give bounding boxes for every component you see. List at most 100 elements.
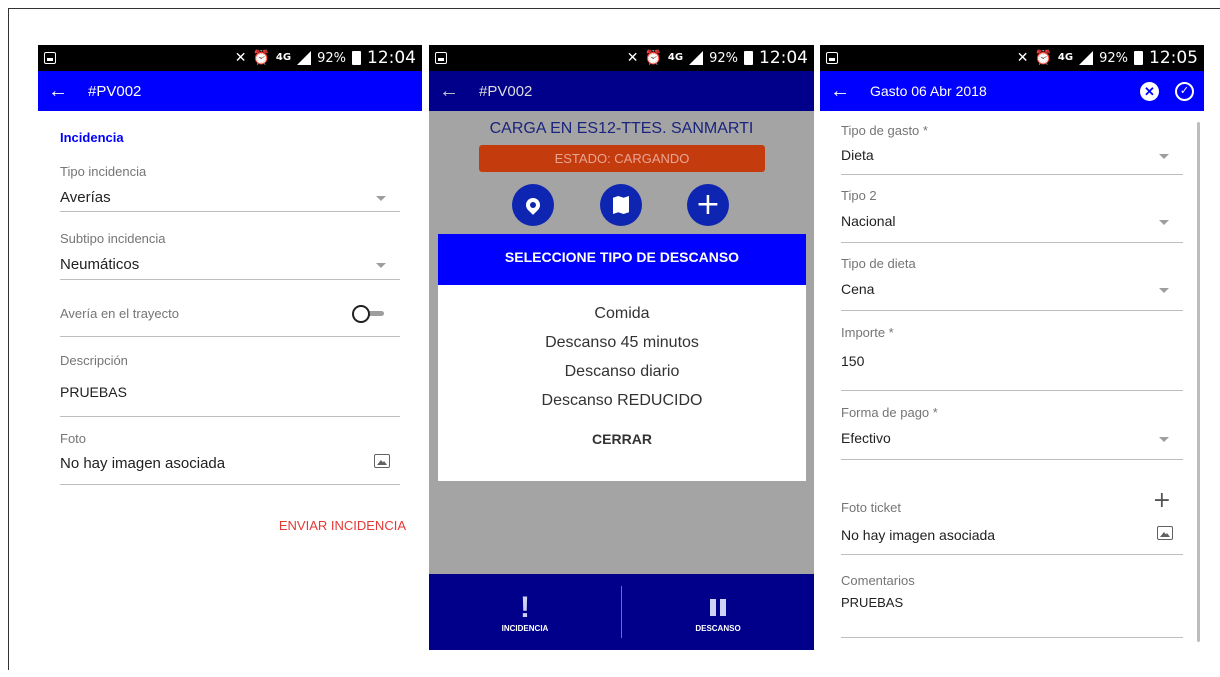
map-icon [613,196,629,214]
field-label: Tipo de gasto * [841,123,928,138]
back-arrow-icon[interactable]: ← [439,80,479,103]
map-button[interactable] [600,184,642,226]
battery-percent: 92% [317,50,346,66]
confirm-icon[interactable]: ✓ [1175,81,1194,101]
field-label: Comentarios [841,573,915,588]
chevron-down-icon [376,263,386,268]
battery-icon [1134,51,1143,65]
field-label: Subtipo incidencia [60,231,166,246]
chevron-down-icon [1159,154,1169,159]
field-label: Foto [60,431,87,446]
incidencia-form: Incidencia Tipo incidencia Averías Subti… [38,130,422,485]
forma-pago-dropdown[interactable]: Forma de pago * Efectivo [841,391,1183,460]
network-type: 4G [667,52,684,63]
field-value: Nacional [841,213,896,229]
cancel-icon[interactable]: ✕ [1140,81,1159,101]
comentarios-field[interactable]: Comentarios PRUEBAS [841,555,1183,638]
field-value: PRUEBAS [841,595,904,610]
gallery-notification-icon [44,52,56,64]
averia-trayecto-row: Avería en el trayecto [60,280,400,337]
field-label: Descripción [60,353,128,368]
clock: 12:04 [367,48,416,68]
app-bar: ← Gasto 06 Abr 2018 ✕ ✓ [820,71,1204,111]
network-type: 4G [275,52,292,63]
field-value: Dieta [841,147,874,163]
battery-percent: 92% [709,50,738,66]
field-value: No hay imagen asociada [60,455,226,472]
plus-icon: + [695,187,721,222]
alarm-icon: ⏰ [644,50,662,66]
chevron-down-icon [1159,220,1169,225]
status-bar: ✕ ⏰ 4G 92% 12:05 [820,45,1204,71]
battery-percent: 92% [1099,50,1128,66]
chevron-down-icon [1159,437,1169,442]
option-descanso-45[interactable]: Descanso 45 minutos [438,328,806,357]
image-icon[interactable] [1157,526,1173,540]
option-comida[interactable]: Comida [438,299,806,328]
pause-icon [710,599,726,616]
field-value: Neumáticos [60,256,140,273]
battery-icon [352,51,361,65]
exclamation-icon: ! [520,590,530,624]
descripcion-field[interactable]: Descripción PRUEBAS [60,337,400,417]
mute-icon: ✕ [626,50,639,66]
signal-icon [689,51,704,65]
mute-icon: ✕ [234,50,247,66]
clock: 12:04 [759,48,808,68]
image-icon[interactable] [374,454,390,468]
field-label: Foto ticket [841,500,901,515]
foto-field[interactable]: Foto No hay imagen asociada [60,417,400,485]
gallery-notification-icon [435,52,447,64]
option-descanso-reducido[interactable]: Descanso REDUCIDO [438,386,806,415]
add-photo-plus-icon[interactable]: + [1153,488,1171,513]
scrollbar[interactable] [1197,122,1200,642]
figure-border-left [8,8,9,670]
app-bar: ← #PV002 [38,71,422,111]
nav-incidencia[interactable]: ! INCIDENCIA [429,574,621,650]
enviar-incidencia-button[interactable]: ENVIAR INCIDENCIA [279,518,406,533]
location-pin-icon [523,195,543,215]
tipo2-dropdown[interactable]: Tipo 2 Nacional [841,175,1183,243]
dialog-title: SELECCIONE TIPO DE DESCANSO [438,234,806,285]
averia-trayecto-toggle[interactable] [352,305,386,323]
phone-gasto: ✕ ⏰ 4G 92% 12:05 ← Gasto 06 Abr 2018 ✕ ✓… [820,45,1204,650]
toggle-thumb [352,305,370,323]
field-label: Tipo 2 [841,188,877,203]
location-button[interactable] [512,184,554,226]
gallery-notification-icon [826,52,838,64]
status-bar: ✕ ⏰ 4G 92% 12:04 [429,45,814,71]
field-value: Efectivo [841,430,891,446]
chevron-down-icon [1159,288,1169,293]
add-button[interactable]: + [687,184,729,226]
signal-icon [1079,51,1094,65]
back-arrow-icon[interactable]: ← [830,80,870,103]
phone-descanso: ✕ ⏰ 4G 92% 12:04 ← #PV002 CARGA EN ES12-… [429,45,814,650]
option-descanso-diario[interactable]: Descanso diario [438,357,806,386]
importe-field[interactable]: Importe * 150 [841,311,1183,391]
load-title: CARGA EN ES12-TTES. SANMARTI [489,120,754,137]
tipo-incidencia-dropdown[interactable]: Tipo incidencia Averías [60,145,400,212]
back-arrow-icon[interactable]: ← [48,80,88,103]
section-title: Incidencia [60,130,124,145]
nav-label: INCIDENCIA [501,623,549,633]
cerrar-button[interactable]: CERRAR [438,431,806,447]
tipo-gasto-dropdown[interactable]: Tipo de gasto * Dieta [841,111,1183,175]
field-label: Forma de pago * [841,405,938,420]
clock: 12:05 [1149,48,1198,68]
network-type: 4G [1057,52,1074,63]
tipo-dieta-dropdown[interactable]: Tipo de dieta Cena [841,243,1183,311]
field-label: Tipo incidencia [60,164,147,179]
mute-icon: ✕ [1016,50,1029,66]
field-label: Avería en el trayecto [60,306,179,321]
foto-ticket-field[interactable]: Foto ticket + No hay imagen asociada [841,460,1183,555]
gasto-form: Tipo de gasto * Dieta Tipo 2 Nacional Ti… [820,111,1204,638]
field-value: 150 [841,353,865,369]
alarm-icon: ⏰ [252,50,270,66]
chevron-down-icon [376,196,386,201]
nav-descanso[interactable]: DESCANSO [622,574,814,650]
battery-icon [744,51,753,65]
header-title: #PV002 [88,82,142,100]
subtipo-incidencia-dropdown[interactable]: Subtipo incidencia Neumáticos [60,212,400,280]
header-title: #PV002 [479,82,533,100]
header-title: Gasto 06 Abr 2018 [870,83,987,99]
